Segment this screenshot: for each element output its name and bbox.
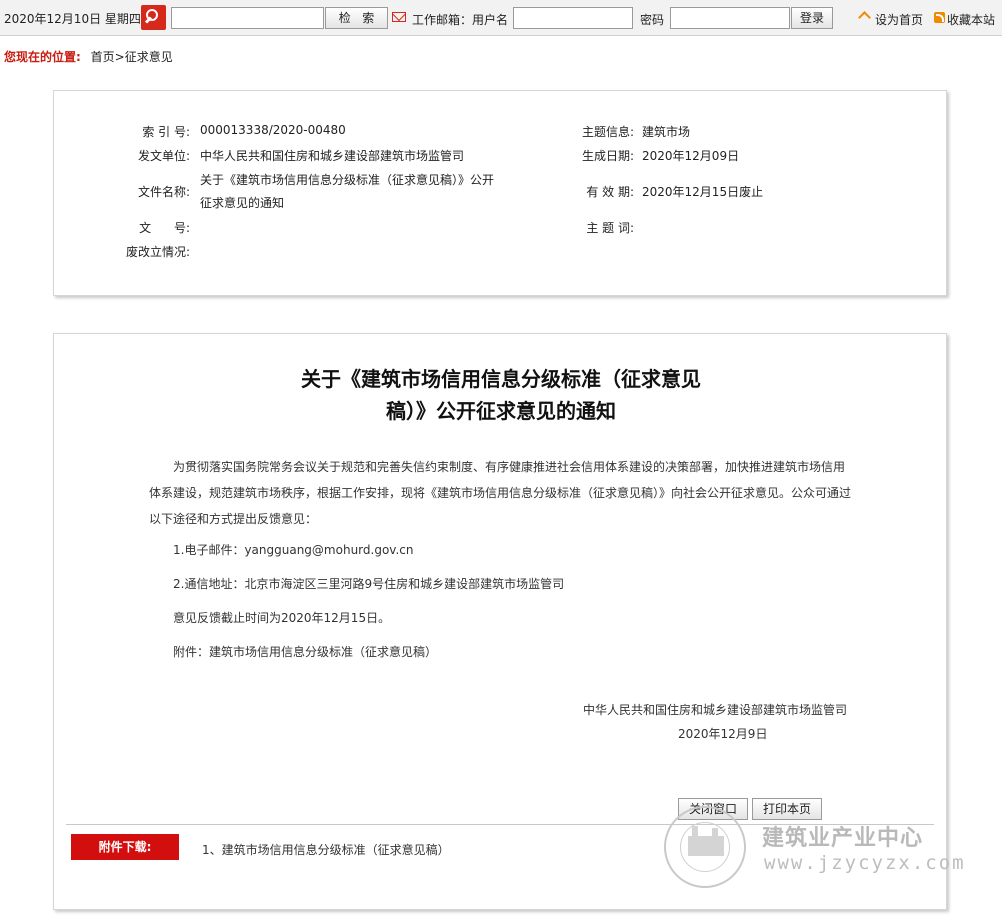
- signature-org: 中华人民共和国住房和城乡建设部建筑市场监管司: [583, 703, 848, 717]
- document-body: 为贯彻落实国务院常务会议关于规范和完善失信约束制度、有序健康推进社会信用体系建设…: [149, 460, 852, 526]
- index-number-label: 索 引 号:: [142, 125, 190, 139]
- contact-email: 1.电子邮件：yangguang@mohurd.gov.cn: [173, 543, 414, 557]
- login-button[interactable]: 登录: [791, 7, 833, 29]
- document-metadata: 索 引 号: 000013338/2020-00480 发文单位: 中华人民共和…: [53, 90, 947, 296]
- home-icon: [859, 11, 871, 23]
- attachment-note: 附件：建筑市场信用信息分级标准（征求意见稿）: [173, 645, 438, 659]
- mail-icon: [392, 12, 406, 22]
- topic-value: 建筑市场: [642, 125, 691, 139]
- breadcrumb-path[interactable]: 首页>征求意见: [91, 50, 173, 64]
- rss-icon: [934, 12, 945, 23]
- validity-label: 有 效 期:: [586, 185, 634, 199]
- attachment-download-label: 附件下载:: [71, 834, 179, 860]
- top-bar: 2020年12月10日 星期四 检 索 工作邮箱：用户名 密码 登录 设为首页 …: [0, 0, 1002, 36]
- created-date-label: 生成日期:: [581, 149, 634, 163]
- password-input[interactable]: [670, 7, 790, 29]
- document-title-line1: 关于《建筑市场信用信息分级标准（征求意见: [301, 367, 701, 391]
- topic-label: 主题信息:: [581, 125, 634, 139]
- document-title-line2: 稿）》公开征求意见的通知: [386, 399, 616, 423]
- password-label: 密码: [640, 13, 665, 27]
- index-number-value: 000013338/2020-00480: [200, 123, 346, 137]
- set-homepage-link[interactable]: 设为首页: [875, 11, 923, 28]
- breadcrumb-label: 您现在的位置:: [4, 50, 81, 64]
- current-date: 2020年12月10日 星期四: [4, 12, 141, 26]
- breadcrumb: 您现在的位置: 首页>征求意见: [4, 48, 173, 65]
- mail-username-label: 工作邮箱：用户名: [412, 13, 509, 27]
- username-input[interactable]: [513, 7, 633, 29]
- validity-value: 2020年12月15日废止: [642, 185, 764, 199]
- filename-value-line2: 征求意见的通知: [200, 196, 285, 210]
- created-date-value: 2020年12月09日: [642, 149, 740, 163]
- revision-status-label: 废改立情况:: [125, 245, 190, 259]
- issuing-unit-label: 发文单位:: [137, 149, 190, 163]
- watermark-text: 建筑业产业中心: [762, 826, 924, 851]
- watermark-seal-icon: [664, 806, 746, 888]
- search-input[interactable]: [171, 7, 324, 29]
- attachment-download-link[interactable]: 1、建筑市场信用信息分级标准（征求意见稿）: [202, 841, 450, 858]
- search-button[interactable]: 检 索: [325, 7, 388, 29]
- print-page-button[interactable]: 打印本页: [752, 798, 822, 820]
- issuing-unit-value: 中华人民共和国住房和城乡建设部建筑市场监管司: [200, 149, 465, 163]
- document-number-label: 文 号:: [139, 221, 190, 235]
- signature-date: 2020年12月9日: [678, 727, 768, 741]
- filename-label: 文件名称:: [137, 185, 190, 199]
- watermark-url: www.jzycyzx.com: [764, 852, 966, 874]
- contact-address: 2.通信地址：北京市海淀区三里河路9号住房和城乡建设部建筑市场监管司: [173, 577, 565, 591]
- keywords-label: 主 题 词:: [586, 221, 634, 235]
- filename-value-line1: 关于《建筑市场信用信息分级标准（征求意见稿）》公开: [200, 173, 495, 187]
- feedback-deadline: 意见反馈截止时间为2020年12月15日。: [173, 611, 391, 625]
- add-favorite-link[interactable]: 收藏本站: [947, 11, 995, 28]
- search-icon[interactable]: [141, 5, 166, 30]
